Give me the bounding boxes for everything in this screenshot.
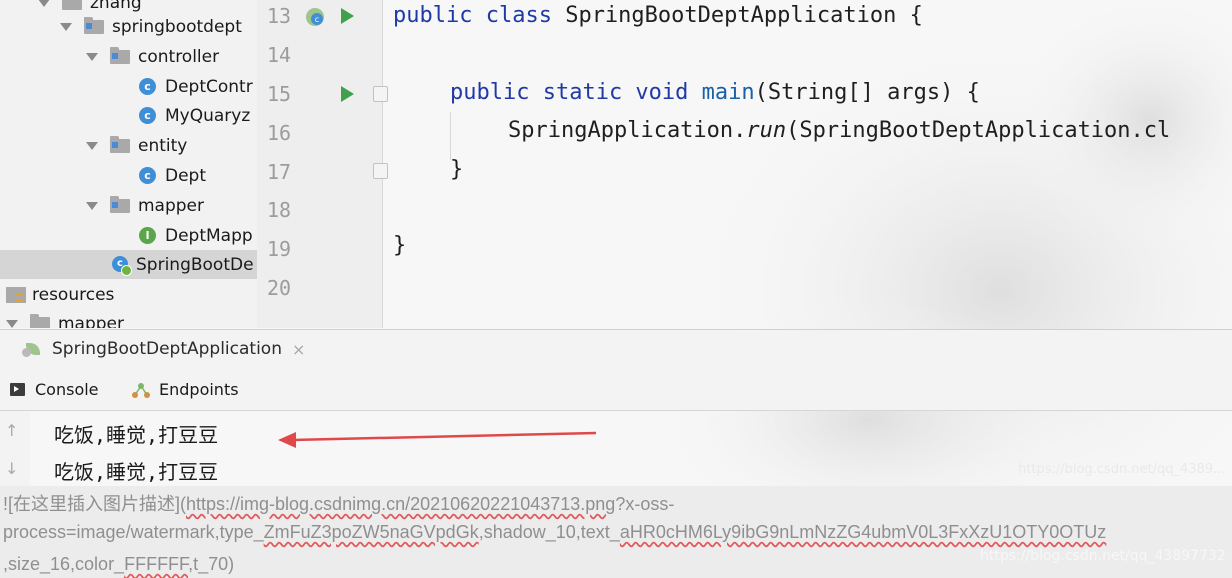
spring-boot-run-icon bbox=[22, 341, 44, 357]
markdown-line-3: ,size_16,color_FFFFFF,t_70) bbox=[3, 554, 235, 574]
line-number: 15 bbox=[267, 82, 292, 106]
spring-boot-class-icon: c bbox=[112, 255, 132, 276]
tab-console[interactable]: Console bbox=[10, 380, 99, 399]
run-config-tab[interactable]: SpringBootDeptApplication × bbox=[22, 339, 305, 359]
tree-item-myquaryz[interactable]: c MyQuaryz bbox=[139, 101, 250, 130]
tree-item-deptmapper[interactable]: I DeptMapp bbox=[139, 221, 253, 250]
code-line-19: } bbox=[393, 233, 407, 258]
line-number: 18 bbox=[267, 198, 292, 222]
tree-item-springbootdeptapplication[interactable]: c SpringBootDe bbox=[0, 250, 257, 279]
tree-item-resources[interactable]: resources bbox=[6, 280, 114, 309]
chevron-down-icon[interactable] bbox=[86, 52, 98, 61]
chevron-down-icon[interactable] bbox=[6, 319, 18, 328]
class-icon: c bbox=[139, 107, 156, 124]
console-line: 吃饭,睡觉,打豆豆 bbox=[54, 423, 219, 447]
chevron-down-icon[interactable] bbox=[38, 0, 50, 7]
tree-item-entity[interactable]: entity bbox=[86, 131, 187, 160]
code-line-13: public class SpringBootDeptApplication { bbox=[393, 3, 923, 28]
package-icon bbox=[110, 135, 130, 153]
tree-item-controller[interactable]: controller bbox=[86, 42, 219, 71]
chevron-down-icon[interactable] bbox=[86, 201, 98, 210]
class-icon: c bbox=[139, 78, 156, 95]
tree-item-springbootdept[interactable]: springbootdept bbox=[60, 12, 242, 41]
folder-icon bbox=[30, 313, 50, 328]
tree-item-deptcontroller[interactable]: c DeptContr bbox=[139, 72, 253, 101]
console-icon bbox=[10, 383, 25, 396]
code-line-17: } bbox=[450, 157, 464, 182]
markdown-image-link: ![在这里插入图片描述](https://img-blog.csdnimg.cn… bbox=[0, 486, 1232, 578]
tree-item-mapper[interactable]: mapper bbox=[86, 191, 204, 220]
tree-item-mapper-resources[interactable]: mapper bbox=[6, 309, 124, 328]
line-number: 14 bbox=[267, 43, 292, 67]
run-class-icon[interactable] bbox=[341, 8, 354, 24]
run-main-icon[interactable] bbox=[341, 86, 354, 102]
indent-guide bbox=[450, 112, 451, 160]
code-editor[interactable]: public class SpringBootDeptApplication {… bbox=[383, 0, 1232, 328]
line-number: 17 bbox=[267, 160, 292, 184]
svg-text:c: c bbox=[315, 15, 319, 24]
markdown-line-1: ![在这里插入图片描述](https://img-blog.csdnimg.cn… bbox=[3, 494, 675, 514]
spring-bean-icon[interactable]: c bbox=[304, 6, 326, 28]
chevron-down-icon[interactable] bbox=[86, 141, 98, 150]
class-icon: c bbox=[139, 167, 156, 184]
close-icon[interactable]: × bbox=[292, 340, 305, 359]
line-number: 19 bbox=[267, 237, 292, 261]
code-line-16: SpringApplication.run(SpringBootDeptAppl… bbox=[508, 118, 1171, 143]
line-number: 20 bbox=[267, 276, 292, 300]
scroll-down-icon[interactable]: ↓ bbox=[5, 459, 18, 478]
tab-endpoints[interactable]: Endpoints bbox=[131, 380, 239, 399]
scroll-up-icon[interactable]: ↑ bbox=[5, 421, 18, 440]
endpoints-icon bbox=[132, 382, 150, 398]
console-line: 吃饭,睡觉,打豆豆 bbox=[54, 460, 219, 484]
package-icon bbox=[110, 46, 130, 64]
markdown-line-2: process=image/watermark,type_ZmFuZ3poZW5… bbox=[3, 522, 1107, 542]
console-gutter: ↑ ↓ bbox=[0, 411, 30, 486]
chevron-down-icon[interactable] bbox=[60, 22, 72, 31]
watermark-upper: https://blog.csdn.net/qq_4389... bbox=[1018, 462, 1226, 477]
project-tree-panel: zhang springbootdept controller c DeptCo… bbox=[0, 0, 258, 328]
code-line-15: public static void main(String[] args) { bbox=[450, 80, 980, 105]
tree-item-dept[interactable]: c Dept bbox=[139, 161, 206, 190]
line-number: 13 bbox=[267, 4, 292, 28]
line-number: 16 bbox=[267, 121, 292, 145]
editor-gutter: 13 c 14 15 16 17 18 19 20 bbox=[257, 0, 388, 328]
watermark-lower: https://blog.csdn.net/qq_43897732 bbox=[980, 548, 1226, 564]
annotation-arrow-icon bbox=[278, 431, 597, 448]
folder-icon bbox=[62, 0, 82, 10]
package-icon bbox=[84, 16, 104, 34]
run-panel-tabs: Console Endpoints bbox=[0, 370, 1232, 411]
run-tool-window-header: SpringBootDeptApplication × bbox=[0, 329, 1232, 371]
package-icon bbox=[110, 195, 130, 213]
resources-folder-icon bbox=[6, 286, 26, 303]
interface-icon: I bbox=[139, 227, 156, 244]
